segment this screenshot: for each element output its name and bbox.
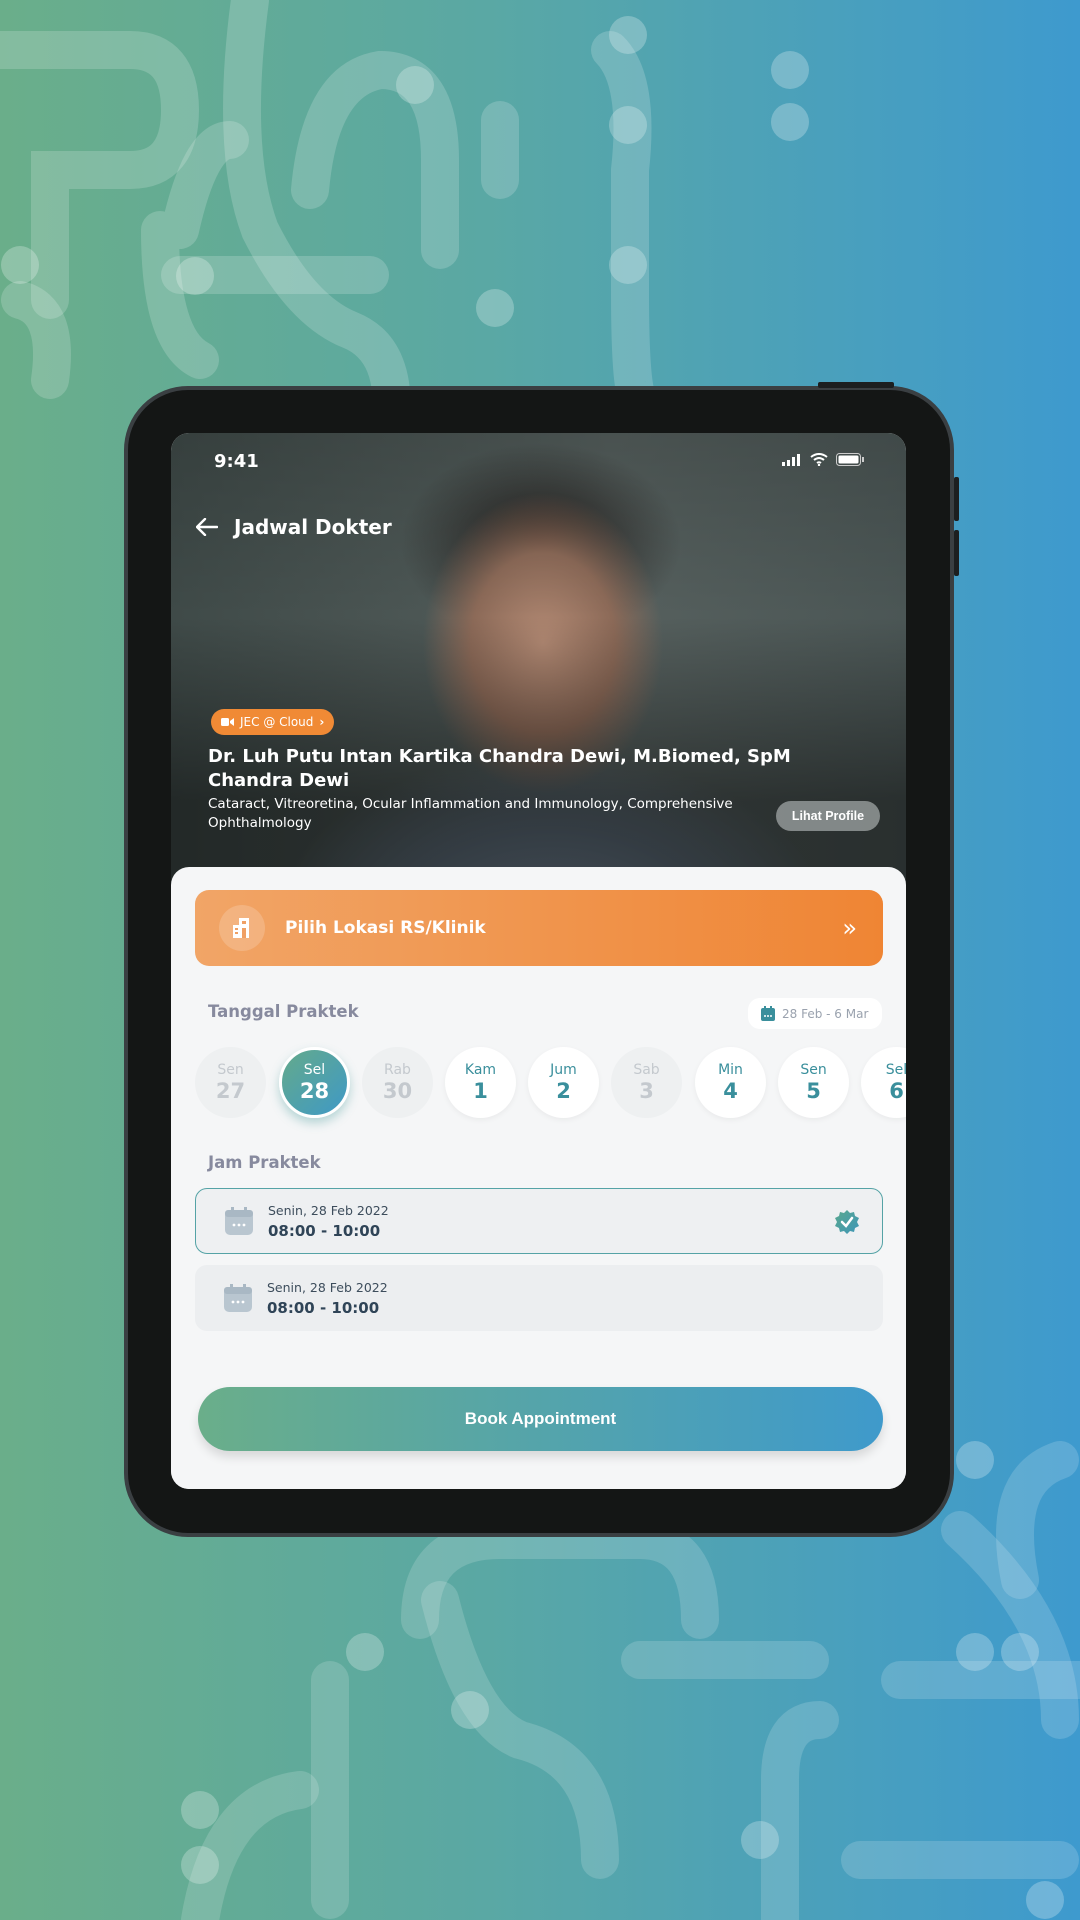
calendar-icon (225, 1207, 253, 1235)
date-item[interactable]: Sel 6 (861, 1047, 906, 1118)
date-item-selected[interactable]: Sel 28 (279, 1047, 350, 1118)
badge-label: JEC @ Cloud (240, 715, 314, 729)
date-day: Min (718, 1061, 743, 1078)
date-item[interactable]: Sen 27 (195, 1047, 266, 1118)
time-slot-selected[interactable]: Senin, 28 Feb 2022 08:00 - 10:00 (195, 1188, 883, 1254)
volume-down-button (954, 530, 959, 576)
verified-check-icon (835, 1210, 859, 1234)
jec-cloud-badge[interactable]: JEC @ Cloud › (211, 709, 335, 735)
date-number: 4 (723, 1078, 738, 1103)
date-number: 6 (889, 1078, 904, 1103)
date-range-picker[interactable]: 28 Feb - 6 Mar (748, 998, 882, 1029)
view-profile-button[interactable]: Lihat Profile (776, 801, 880, 831)
background-pattern-top (0, 0, 809, 400)
double-chevron-right-icon: » (842, 914, 857, 942)
slot-date: Senin, 28 Feb 2022 (268, 1202, 389, 1218)
date-day: Sen (217, 1061, 244, 1078)
time-slot[interactable]: Senin, 28 Feb 2022 08:00 - 10:00 (195, 1265, 883, 1331)
date-range-label: 28 Feb - 6 Mar (782, 1006, 869, 1021)
calendar-icon (761, 1005, 775, 1021)
chevron-right-icon: › (319, 715, 325, 729)
app-header: Jadwal Dokter (196, 515, 392, 539)
choose-location-button[interactable]: Pilih Lokasi RS/Klinik » (195, 890, 883, 966)
date-day: Sel (303, 1061, 326, 1078)
date-item[interactable]: Sab 3 (611, 1047, 682, 1118)
signal-icon (782, 453, 800, 466)
date-day: Sab (633, 1061, 660, 1078)
date-number: 28 (299, 1078, 330, 1103)
date-item[interactable]: Rab 30 (362, 1047, 433, 1118)
date-item[interactable]: Sen 5 (778, 1047, 849, 1118)
date-number: 5 (806, 1078, 821, 1103)
date-number: 30 (382, 1078, 413, 1103)
date-day: Sel (885, 1061, 906, 1078)
date-number: 2 (556, 1078, 571, 1103)
date-number: 3 (639, 1078, 654, 1103)
practice-time-title: Jam Praktek (208, 1153, 321, 1172)
date-item[interactable]: Kam 1 (445, 1047, 516, 1118)
date-day: Rab (384, 1061, 411, 1078)
date-item[interactable]: Jum 2 (528, 1047, 599, 1118)
page-title: Jadwal Dokter (234, 515, 392, 539)
date-day: Sen (800, 1061, 827, 1078)
slot-date: Senin, 28 Feb 2022 (267, 1279, 388, 1295)
date-day: Kam (464, 1061, 497, 1078)
date-number: 27 (215, 1078, 246, 1103)
volume-up-button (954, 477, 959, 521)
app-screen: 9:41 Jadwal Dokter JEC @ Cloud › Dr. Luh… (171, 433, 906, 1489)
battery-icon (836, 453, 864, 466)
location-label: Pilih Lokasi RS/Klinik (285, 918, 486, 938)
date-selector: Sen 27 Sel 28 Rab 30 Kam 1 Jum 2 Sab 3 Min 4 Se… (171, 1047, 906, 1127)
back-arrow-icon[interactable] (196, 518, 218, 536)
calendar-icon (224, 1284, 252, 1312)
doctor-specialty: Cataract, Vitreoretina, Ocular Inflammat… (208, 796, 733, 831)
slot-time: 08:00 - 10:00 (267, 1298, 380, 1317)
date-number: 1 (473, 1078, 488, 1103)
doctor-photo: 9:41 Jadwal Dokter JEC @ Cloud › Dr. Luh… (171, 433, 906, 893)
wifi-icon (810, 453, 828, 466)
date-day: Jum (550, 1061, 577, 1078)
doctor-name: Dr. Luh Putu Intan Kartika Chandra Dewi,… (208, 746, 791, 791)
book-appointment-button[interactable]: Book Appointment (198, 1387, 883, 1451)
status-icons (782, 453, 864, 466)
video-camera-icon (221, 718, 234, 726)
power-button (818, 382, 894, 388)
status-time: 9:41 (214, 451, 259, 472)
practice-date-title: Tanggal Praktek (208, 1002, 359, 1021)
date-item[interactable]: Min 4 (695, 1047, 766, 1118)
slot-time: 08:00 - 10:00 (268, 1221, 381, 1240)
booking-sheet: Pilih Lokasi RS/Klinik » Tanggal Praktek… (171, 867, 906, 1489)
hospital-icon (219, 905, 265, 951)
